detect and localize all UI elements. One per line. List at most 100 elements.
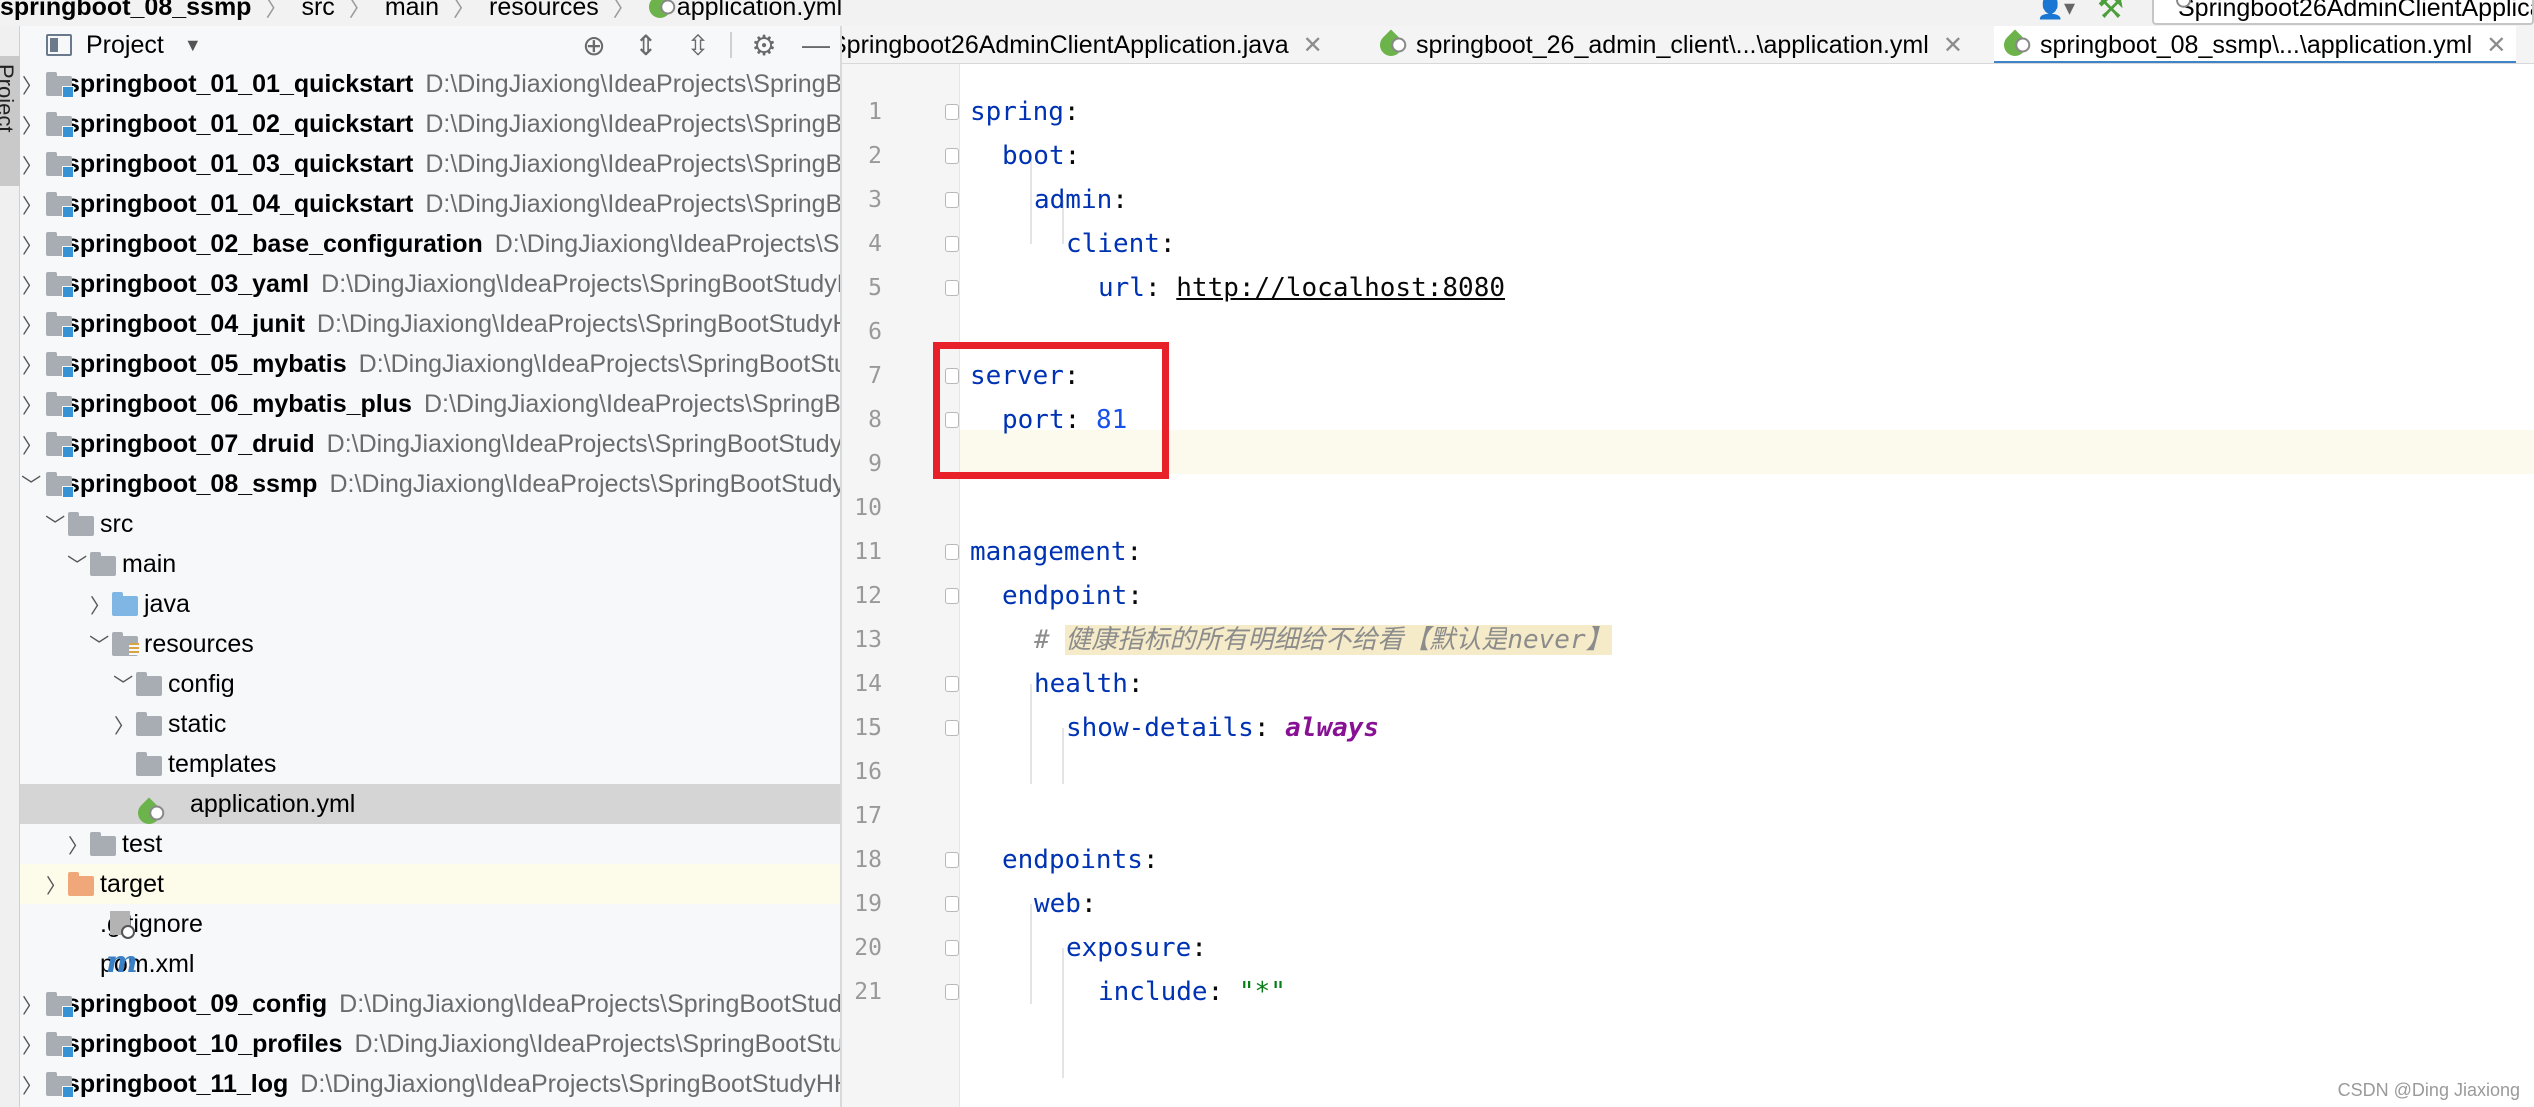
tree-item-file-gitignore[interactable]: .gitignore [20, 904, 840, 944]
tree-item-label: springboot_04_junit [66, 309, 305, 338]
locate-file-icon[interactable]: ⊕ [568, 29, 620, 62]
tab-admin-client-application-java[interactable]: Springboot26AdminClientApplication.java ✕ [842, 26, 1323, 63]
chevron-right-icon[interactable]: 〉 [22, 390, 42, 419]
chevron-right-icon[interactable]: 〉 [90, 590, 110, 619]
project-view-selector[interactable]: Project ▼ [46, 31, 202, 60]
annotation-highlight-box [933, 342, 1169, 479]
project-tree: 〉 springboot_01_01_quickstart D:\DingJiaxi… [20, 64, 842, 1104]
tree-item-file-application-yml[interactable]: application.yml [20, 784, 840, 829]
chevron-right-icon[interactable]: 〉 [22, 990, 42, 1019]
tree-item-folder-target[interactable]: 〉 target [20, 864, 840, 904]
chevron-down-icon[interactable]: 〉 [42, 514, 71, 534]
module-folder-icon [46, 112, 74, 138]
tree-item-project[interactable]: 〉 springboot_01_02_quickstart D:\DingJiaxi… [20, 104, 840, 144]
tree-item-path: D:\DingJiaxiong\IdeaProjects\SpringBootS… [300, 1069, 840, 1098]
tree-item-folder-static[interactable]: 〉 static [20, 704, 840, 744]
chevron-right-icon[interactable]: 〉 [22, 1030, 42, 1059]
module-folder-icon [46, 472, 74, 498]
close-icon[interactable]: ✕ [1303, 31, 1323, 60]
code-line: web: [1034, 889, 1097, 919]
project-tool-window-tab[interactable]: Project [0, 56, 20, 186]
breadcrumb-separator: 〉 [265, 0, 288, 21]
tree-item-label: springboot_03_yaml [66, 269, 310, 298]
tree-item-project[interactable]: 〉 springboot_10_profiles D:\DingJiaxiong\I… [20, 1024, 842, 1064]
module-folder-icon [46, 152, 74, 178]
chevron-down-icon[interactable]: 〉 [64, 554, 93, 574]
tree-item-folder-resources[interactable]: 〉 resources [20, 624, 840, 664]
tree-item-project[interactable]: 〉 springboot_06_mybatis_plus D:\DingJiaxio… [20, 384, 840, 424]
chevron-right-icon[interactable]: 〉 [22, 110, 42, 139]
chevron-right-icon[interactable]: 〉 [22, 190, 42, 219]
chevron-right-icon[interactable]: 〉 [22, 70, 42, 99]
tree-item-project[interactable]: 〉 springboot_01_04_quickstart D:\DingJiaxi… [20, 184, 840, 224]
chevron-right-icon[interactable]: 〉 [22, 270, 42, 299]
yaml-key: url [1098, 273, 1145, 303]
breadcrumb-item-main[interactable]: main [385, 0, 439, 22]
chevron-down-icon[interactable]: 〉 [86, 634, 115, 654]
tree-item-label: test [122, 829, 163, 858]
tree-item-project[interactable]: 〉 springboot_04_junit D:\DingJiaxiong\Idea… [20, 304, 840, 344]
breadcrumb-item-resources[interactable]: resources [489, 0, 599, 22]
breadcrumb-item-project[interactable]: springboot_08_ssmp [0, 0, 251, 22]
tree-item-project[interactable]: 〉 springboot_01_03_quickstart D:\DingJiaxi… [20, 144, 842, 184]
tree-item-file-pom[interactable]: m pom.xml [20, 944, 840, 984]
folder-icon [90, 832, 116, 856]
chevron-down-icon[interactable]: 〉 [110, 674, 139, 694]
code-line: spring: [970, 97, 1080, 127]
tree-item-project[interactable]: 〉 springboot_09_config D:\DingJiaxiong\Ide… [20, 984, 840, 1024]
tree-item-project[interactable]: 〉 springboot_05_mybatis D:\DingJiaxiong\Id… [20, 344, 840, 384]
tree-item-folder-src[interactable]: 〉 src [20, 504, 840, 544]
chevron-right-icon[interactable]: 〉 [22, 150, 42, 179]
run-configuration-selector[interactable]: Springboot26AdminClientApplication [2152, 0, 2534, 25]
chevron-right-icon[interactable]: 〉 [22, 1070, 42, 1099]
resources-folder-icon [112, 632, 139, 656]
tree-item-project[interactable]: 〉 springboot_01_01_quickstart D:\DingJiaxi… [20, 64, 842, 104]
yaml-key: exposure [1066, 933, 1192, 963]
tab-admin-client-application-yml[interactable]: springboot_26_admin_client\...\applicati… [1375, 26, 1963, 63]
chevron-right-icon[interactable]: 〉 [22, 430, 42, 459]
code-line: health: [1034, 669, 1144, 699]
tree-item-folder-config[interactable]: 〉 config [20, 664, 840, 704]
chevron-right-icon[interactable]: 〉 [22, 350, 42, 379]
tree-item-project-expanded[interactable]: 〉 springboot_08_ssmp D:\DingJiaxiong\IdeaP… [20, 464, 840, 504]
expand-all-icon[interactable]: ⇕ [620, 29, 672, 62]
tree-item-project[interactable]: 〉 springboot_02_base_configuration D:\Ding… [20, 224, 840, 264]
tree-item-project[interactable]: 〉 springboot_07_druid D:\DingJiaxiong\Idea… [20, 424, 840, 464]
tree-item-path: D:\DingJiaxiong\IdeaProjects\SpringBootS… [425, 149, 842, 178]
chevron-down-icon[interactable]: 〉 [20, 474, 47, 494]
tree-item-folder-test[interactable]: 〉 test [20, 824, 840, 864]
gear-icon[interactable]: ⚙ [738, 29, 790, 62]
tree-item-path: D:\DingJiaxiong\IdeaProjects\SpringBootS… [425, 69, 842, 98]
tree-item-project[interactable]: 〉 springboot_03_yaml D:\DingJiaxiong\IdeaP… [20, 264, 840, 304]
chevron-right-icon[interactable]: 〉 [68, 830, 88, 859]
folder-icon [90, 552, 116, 576]
tree-item-folder-templates[interactable]: templates [20, 744, 840, 784]
tree-item-label: springboot_07_druid [66, 429, 315, 458]
yaml-keyword-value: always [1285, 713, 1380, 743]
code-editor[interactable]: 1 2 3 4 5 6 7 8 9 10 11 12 13 14 15 16 1… [842, 64, 2534, 1107]
chevron-right-icon[interactable]: 〉 [46, 870, 66, 899]
chevron-right-icon[interactable]: 〉 [22, 230, 42, 259]
tree-item-project[interactable]: 〉 springboot_11_log D:\DingJiaxiong\IdeaPr… [20, 1064, 840, 1104]
module-folder-icon [46, 992, 74, 1018]
close-icon[interactable]: ✕ [1943, 31, 1963, 60]
yaml-key: endpoints [1002, 845, 1143, 875]
tree-item-folder-main[interactable]: 〉 main [20, 544, 840, 584]
tree-item-path: D:\DingJiaxiong\IdeaProjects\SpringBootS… [354, 1029, 842, 1058]
breadcrumb-file-label: application.yml [676, 0, 843, 21]
tab-label: springboot_26_admin_client\...\applicati… [1416, 30, 1929, 59]
chevron-right-icon[interactable]: 〉 [114, 710, 134, 739]
tree-item-folder-java[interactable]: 〉 java [20, 584, 840, 624]
build-hammer-icon[interactable]: ⚒ [2097, 0, 2124, 26]
breadcrumb-separator: 〉 [453, 0, 476, 21]
tab-ssmp-application-yml[interactable]: springboot_08_ssmp\...\application.yml ✕ [1994, 26, 2517, 63]
user-menu[interactable]: 👤 ▾ [2037, 0, 2075, 21]
collapse-all-icon[interactable]: ⇳ [672, 29, 724, 62]
breadcrumb-item-src[interactable]: src [301, 0, 334, 22]
breadcrumb-item-file[interactable]: application.yml [644, 0, 843, 23]
close-icon[interactable]: ✕ [2486, 31, 2506, 60]
tree-item-label: main [122, 549, 177, 578]
chevron-right-icon[interactable]: 〉 [22, 310, 42, 339]
yaml-url-value[interactable]: http://localhost:8080 [1176, 273, 1505, 303]
hide-panel-icon[interactable]: — [790, 29, 840, 61]
